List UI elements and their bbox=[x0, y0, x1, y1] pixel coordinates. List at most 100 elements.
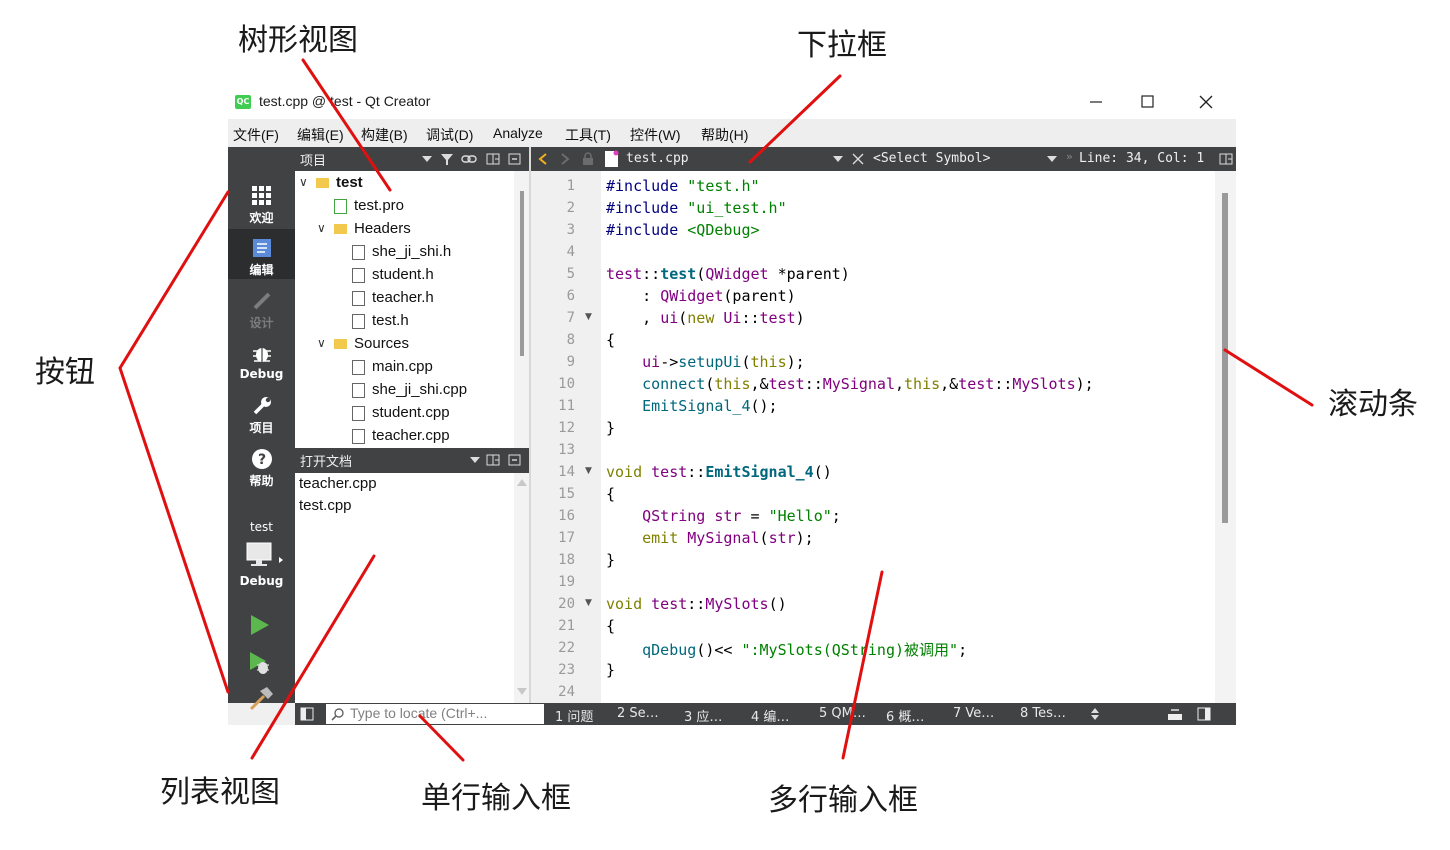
menu-tools[interactable]: 工具(T) bbox=[565, 125, 611, 145]
code-line: QString str = "Hello"; bbox=[642, 507, 841, 525]
menu-debug[interactable]: 调试(D) bbox=[426, 125, 473, 145]
filter-icon[interactable] bbox=[440, 152, 454, 166]
line-number: 15 bbox=[558, 486, 575, 502]
tree-item[interactable]: she_ji_shi.cpp bbox=[295, 378, 515, 401]
output-tab-app[interactable]: 3 应… bbox=[684, 706, 722, 725]
run-button[interactable] bbox=[248, 613, 272, 641]
tree-item[interactable]: ∨ Sources bbox=[295, 332, 515, 355]
split-icon[interactable] bbox=[1219, 152, 1233, 166]
scroll-down-arrow-icon[interactable] bbox=[517, 688, 527, 695]
list-item[interactable]: test.cpp bbox=[299, 497, 352, 514]
menu-build[interactable]: 构建(B) bbox=[361, 125, 408, 145]
tree-item[interactable]: student.cpp bbox=[295, 401, 515, 424]
open-docs-title: 打开文档 bbox=[300, 455, 353, 470]
kit-project-name: test bbox=[249, 520, 274, 534]
mode-label: 编辑 bbox=[249, 263, 274, 277]
output-tab-issues[interactable]: 1 问题 bbox=[555, 706, 593, 725]
output-tab-tests[interactable]: 8 Tes… bbox=[1020, 706, 1066, 721]
chevron-right-double-icon: » bbox=[1066, 150, 1073, 163]
output-tab-qml[interactable]: 5 QM… bbox=[819, 706, 866, 721]
close-pane-icon[interactable] bbox=[508, 453, 522, 467]
output-tab-overview[interactable]: 6 概… bbox=[886, 706, 924, 725]
symbol-combo-chevron-icon[interactable] bbox=[1047, 156, 1057, 162]
code-line: #include "ui_test.h" bbox=[606, 199, 787, 217]
help-icon: ? bbox=[252, 449, 272, 469]
line-number: 16 bbox=[558, 508, 575, 524]
line-number: 9 bbox=[566, 354, 575, 370]
line-number: 14 bbox=[558, 464, 575, 480]
kit-selector[interactable] bbox=[245, 541, 285, 573]
output-tab-version[interactable]: 7 Ve… bbox=[953, 706, 994, 721]
open-documents-list[interactable]: teacher.cpp test.cpp bbox=[295, 473, 529, 703]
line-number: 5 bbox=[566, 266, 575, 282]
split-icon[interactable] bbox=[486, 453, 500, 467]
tree-item[interactable]: ∨ Headers bbox=[295, 217, 515, 240]
tree-scrollbar[interactable] bbox=[514, 171, 529, 448]
folder-icon bbox=[334, 224, 347, 234]
mode-welcome[interactable]: 欢迎 bbox=[228, 177, 295, 227]
annotation-scrollbar: 滚动条 bbox=[1328, 387, 1418, 422]
menu-file[interactable]: 文件(F) bbox=[233, 125, 279, 145]
menu-analyze[interactable]: Analyze bbox=[493, 125, 543, 141]
output-pane-icon[interactable] bbox=[1167, 707, 1183, 721]
chevron-down-icon[interactable] bbox=[422, 156, 432, 162]
tree-item[interactable]: test.h bbox=[295, 309, 515, 332]
menu-widgets[interactable]: 控件(W) bbox=[630, 125, 681, 145]
minimize-button[interactable] bbox=[1076, 89, 1116, 115]
debug-run-button[interactable] bbox=[248, 651, 272, 679]
editor-scrollbar-thumb[interactable] bbox=[1222, 193, 1228, 523]
mode-edit[interactable]: 编辑 bbox=[228, 229, 295, 279]
close-pane-icon[interactable] bbox=[508, 152, 522, 166]
tree-item[interactable]: teacher.cpp bbox=[295, 424, 515, 447]
play-icon bbox=[251, 615, 269, 635]
close-button[interactable] bbox=[1186, 89, 1226, 115]
expand-arrow-icon[interactable]: ∨ bbox=[299, 171, 308, 194]
scroll-up-arrow-icon[interactable] bbox=[517, 479, 527, 486]
expand-arrow-icon[interactable]: ∨ bbox=[317, 332, 326, 355]
tree-item[interactable]: student.h bbox=[295, 263, 515, 286]
code-editor[interactable]: 1 2 3 4 5 6 7 ▼ 8 9 10 11 12 13 14 ▼ 15 16 17 18 19 20 ▼ 21 22 23… bbox=[531, 171, 1236, 703]
fold-marker-icon[interactable]: ▼ bbox=[585, 466, 592, 476]
menu-help[interactable]: 帮助(H) bbox=[701, 125, 748, 145]
up-down-arrows-icon[interactable] bbox=[1090, 707, 1100, 721]
list-item[interactable]: teacher.cpp bbox=[299, 475, 377, 492]
mode-design[interactable]: 设计 bbox=[228, 282, 295, 332]
tree-item[interactable]: ∨ test bbox=[295, 171, 515, 194]
mode-help[interactable]: ? 帮助 bbox=[228, 440, 295, 490]
mode-debug[interactable]: Debug bbox=[228, 335, 295, 385]
toggle-sidebar-icon[interactable] bbox=[300, 707, 314, 721]
tree-item[interactable]: she_ji_shi.h bbox=[295, 240, 515, 263]
file-combo[interactable]: test.cpp bbox=[626, 151, 689, 166]
close-document-icon[interactable] bbox=[852, 153, 864, 165]
menu-edit[interactable]: 编辑(E) bbox=[297, 125, 344, 145]
editor-scrollbar[interactable] bbox=[1215, 171, 1236, 703]
link-icon[interactable] bbox=[461, 152, 477, 166]
project-tree-view[interactable]: ∨ test test.pro ∨ Headers she_ji_shi.h student… bbox=[295, 171, 529, 448]
toggle-right-sidebar-icon[interactable] bbox=[1197, 707, 1211, 721]
forward-arrow-icon[interactable] bbox=[560, 153, 570, 165]
source-file-icon bbox=[352, 406, 365, 421]
locator-input[interactable]: Type to locate (Ctrl+... bbox=[326, 704, 544, 724]
arrow-scrollbar bbox=[1223, 348, 1314, 407]
split-icon[interactable] bbox=[486, 152, 500, 166]
cursor-position[interactable]: Line: 34, Col: 1 bbox=[1079, 151, 1204, 166]
output-tab-compile[interactable]: 4 编… bbox=[751, 706, 789, 725]
expand-arrow-icon[interactable]: ∨ bbox=[317, 217, 326, 240]
tree-item[interactable]: main.cpp bbox=[295, 355, 515, 378]
tree-item[interactable]: test.pro bbox=[295, 194, 515, 217]
tree-scrollbar-thumb[interactable] bbox=[520, 191, 524, 356]
fold-marker-icon[interactable]: ▼ bbox=[585, 312, 592, 322]
mode-label: 欢迎 bbox=[249, 211, 274, 225]
output-tab-search[interactable]: 2 Se… bbox=[617, 706, 659, 721]
mode-projects[interactable]: 项目 bbox=[228, 387, 295, 437]
open-docs-scrollbar[interactable] bbox=[514, 473, 529, 703]
fold-marker-icon[interactable]: ▼ bbox=[585, 598, 592, 608]
symbol-combo[interactable]: <Select Symbol> bbox=[873, 151, 990, 166]
source-file-icon bbox=[352, 360, 365, 375]
file-combo-chevron-icon[interactable] bbox=[833, 156, 843, 162]
build-button[interactable] bbox=[248, 687, 274, 715]
tree-item[interactable]: teacher.h bbox=[295, 286, 515, 309]
chevron-down-icon[interactable] bbox=[470, 457, 480, 463]
back-arrow-icon[interactable] bbox=[538, 153, 548, 165]
maximize-button[interactable] bbox=[1127, 89, 1167, 115]
